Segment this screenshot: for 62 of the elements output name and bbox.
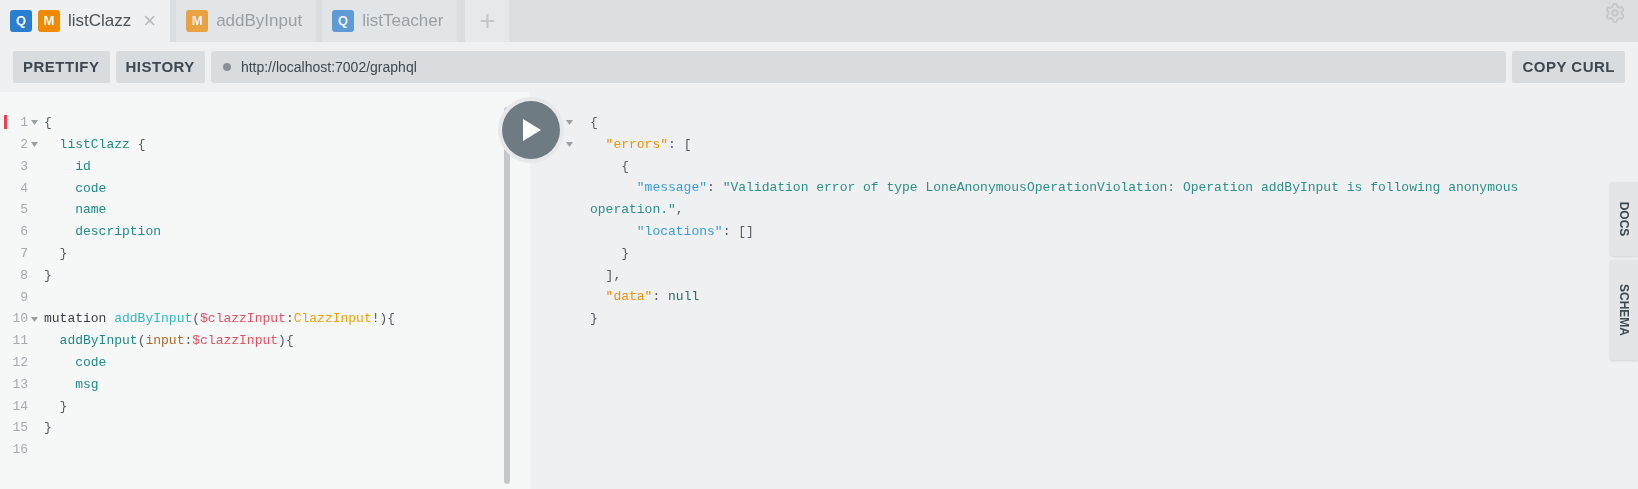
line-number: 3 <box>19 157 28 176</box>
code-line: } <box>58 397 68 416</box>
line-number: 11 <box>11 332 28 351</box>
line-number: 13 <box>11 375 28 394</box>
url-text: http://localhost:7002/graphql <box>240 57 417 77</box>
code-line: addByInput(input:$clazzInput){ <box>58 332 294 351</box>
operation-badge: Q <box>332 10 355 32</box>
code-line: "data": null <box>604 288 700 307</box>
code-line: } <box>58 244 68 263</box>
toolbar-button[interactable]: HISTORY <box>115 51 205 83</box>
tab-label: listClazz <box>68 10 132 33</box>
code-line: } <box>44 419 52 438</box>
operation-badge: Q <box>10 10 32 32</box>
code-line: "locations": [] <box>635 223 754 241</box>
tab-label: addByInput <box>216 10 303 33</box>
code-line: { <box>590 114 598 132</box>
side-panel-tab[interactable]: DOCS <box>1610 182 1638 256</box>
operation-badge: M <box>38 10 60 32</box>
code-line: msg <box>74 375 99 394</box>
code-line: name <box>74 201 107 220</box>
fold-caret-icon[interactable] <box>31 316 38 322</box>
code-line: code <box>74 179 107 198</box>
settings-icon[interactable] <box>1604 2 1626 24</box>
line-number: 1 <box>19 114 28 133</box>
code-line: } <box>620 244 630 263</box>
query-editor[interactable]: 1 { 2 listClazz { 3 id 4 code 5 name 6 description 7 } 8 } 9 10 mutation addByInput($clazzInput:ClazzInput!){ 11 addByInput(input:$clazzInput){ 12 code 13 msg 14 } 15 } 16 <box>0 92 530 489</box>
code-line: code <box>74 353 107 372</box>
code-line: listClazz { <box>58 135 146 154</box>
line-number: 5 <box>19 201 28 220</box>
tab-label: listTeacher <box>362 10 444 33</box>
code-line: id <box>74 157 91 176</box>
fold-caret-icon[interactable] <box>31 142 38 148</box>
fold-caret-icon[interactable] <box>566 142 573 148</box>
copy-curl-button[interactable]: COPY CURL <box>1512 51 1625 83</box>
play-icon <box>521 119 541 141</box>
fold-caret-icon[interactable] <box>31 120 38 126</box>
toolbar-button[interactable]: PRETTIFY <box>13 51 110 83</box>
code-line: description <box>74 223 162 242</box>
code-line: "message": "Validation error of type LoneAnonymousOperationViolation: Operation addByInput is following anonymous operation.", <box>590 179 1520 220</box>
line-number: 14 <box>11 397 28 416</box>
line-number: 2 <box>19 135 28 154</box>
code-line: } <box>44 266 52 285</box>
code-line: } <box>590 310 598 329</box>
line-number: 10 <box>11 310 28 329</box>
line-number: 4 <box>19 179 28 198</box>
url-field[interactable]: http://localhost:7002/graphql <box>210 51 1507 83</box>
code-line: mutation addByInput($clazzInput:ClazzInput!){ <box>44 310 396 329</box>
line-number: 12 <box>11 353 28 372</box>
query-tab[interactable]: Q M listClazz × <box>0 0 171 42</box>
line-number: 9 <box>19 288 28 307</box>
line-number: 8 <box>19 266 28 285</box>
fold-caret-icon[interactable] <box>566 120 573 126</box>
code-line: ], <box>604 266 622 285</box>
operation-badge: M <box>186 10 209 32</box>
line-number: 7 <box>19 244 28 263</box>
side-panel-tab[interactable]: SCHEMA <box>1610 260 1638 360</box>
code-line: { <box>620 157 630 176</box>
line-number: 6 <box>19 223 28 242</box>
code-line: { <box>44 114 52 133</box>
code-line: "errors": [ <box>604 135 692 154</box>
line-number: 15 <box>11 419 28 438</box>
line-number: 16 <box>11 441 28 460</box>
